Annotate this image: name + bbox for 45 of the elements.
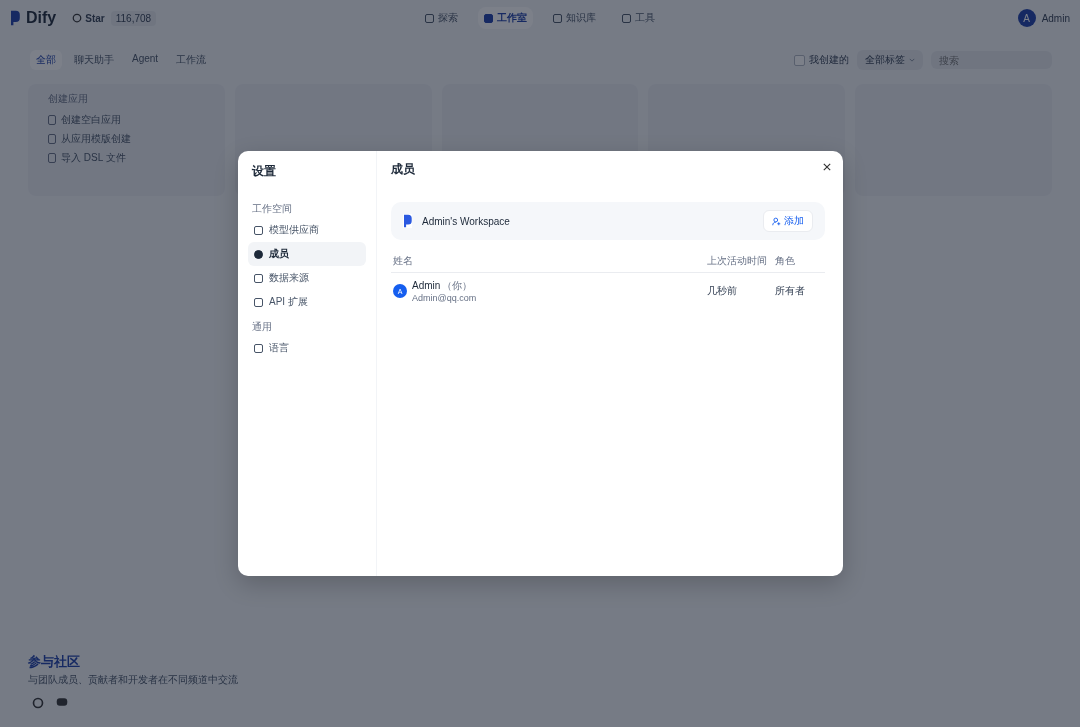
column-header: 姓名 [392,254,414,268]
github-star-button[interactable]: Star [72,12,105,24]
section-title: 通用 [251,320,273,334]
user-name[interactable]: Admin [1041,12,1070,24]
member-name: Admin [412,280,441,291]
community-text: 与团队成员、贡献者和开发者在不同频道中交流 [28,673,239,687]
nav-tab[interactable]: 工作室 [478,7,533,29]
sidebar-item[interactable]: 数据来源 [248,266,366,290]
github-icon[interactable] [32,697,44,709]
sidebar-item[interactable]: API 扩展 [248,290,366,314]
filter-tab[interactable]: 聊天助手 [68,50,120,70]
table-cell-text: 所有者 [775,284,806,298]
tag-select[interactable]: 全部标签 [857,50,923,70]
create-option[interactable]: 导入 DSL 文件 [48,151,205,165]
logo-icon [10,10,20,26]
table-cell-text: 几秒前 [707,284,738,298]
logo-icon [403,214,412,228]
close-button[interactable] [821,161,833,173]
sidebar-item[interactable]: 成员 [248,242,366,266]
checkbox[interactable] [794,54,805,66]
workspace-name: Admin's Workspace [422,215,511,227]
sidebar-item[interactable]: 语言 [248,336,366,360]
column-header: 角色 [775,254,796,268]
create-option[interactable]: 从应用模版创建 [48,132,205,146]
add-member-button[interactable]: 添加 [763,210,813,232]
sidebar-item[interactable]: 模型供应商 [248,218,366,242]
chevron-down-icon [909,58,915,62]
filter-tab[interactable]: 工作流 [170,50,213,70]
user-avatar[interactable]: A [1017,9,1036,27]
filter-tab[interactable]: 全部 [30,50,62,70]
nav-tab[interactable]: 知识库 [547,7,602,29]
community-title: 参与社区 [28,653,81,671]
content-title: 成员 [391,161,416,178]
brand-name: Dify [26,9,57,27]
filter-tab[interactable]: Agent [126,50,165,70]
github-icon [72,13,83,23]
checkbox-label[interactable]: 我创建的 [809,53,849,67]
column-header: 上次活动时间 [707,254,768,268]
you-tag: （你） [442,280,473,291]
star-count: 116,708 [110,10,157,26]
section-title: 工作空间 [251,202,293,216]
discord-icon[interactable] [56,697,68,707]
dialog-title: 设置 [250,163,277,180]
member-email: Admin@qq.com [412,293,477,303]
nav-tab[interactable]: 探索 [419,7,464,29]
